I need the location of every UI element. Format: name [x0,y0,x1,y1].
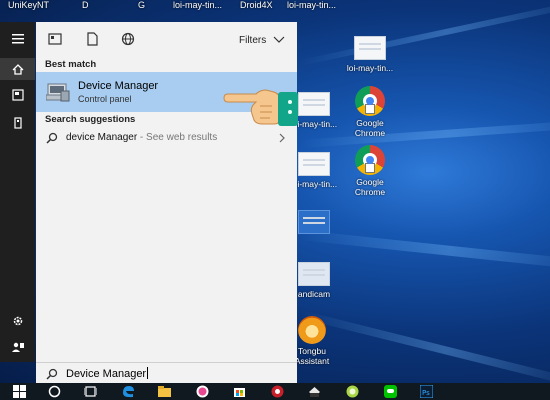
desktop-icon-label: Tongbu Assistant [294,346,330,366]
desktop-icon-label: Google Chrome [354,177,386,197]
chevron-down-icon [273,36,285,43]
desktop-label[interactable]: G [138,0,145,10]
document-thumbnail-icon [354,36,386,60]
search-suggestions-heading: Search suggestions [45,114,136,125]
bandicam-icon [298,262,330,286]
search-input-wrap[interactable]: Device Manager [66,367,149,380]
start-left-rail [0,22,35,362]
app-box-icon[interactable] [308,385,321,398]
screen-thumbnail-icon [298,210,330,234]
document-thumbnail-icon [298,92,330,116]
tongbu-icon [298,316,326,344]
desktop-icon-doc[interactable]: loi-may-tin... [344,36,396,73]
windows-icon[interactable] [13,385,26,398]
filters-label: Filters [238,35,267,46]
search-icon[interactable] [48,385,61,398]
tower-icon[interactable] [0,112,35,134]
desktop-label[interactable]: loi-may-tin... [173,0,222,10]
desktop-label[interactable]: Droid4X [240,0,273,10]
app-red-icon[interactable] [271,385,284,398]
svg-text:Ps: Ps [422,389,430,397]
edge-icon[interactable] [122,385,135,398]
search-box[interactable]: Device Manager [36,362,297,384]
start-search-panel: Filters Best match Device Manager Contro… [36,22,297,362]
home-icon[interactable] [0,58,35,80]
device-manager-icon [46,83,70,102]
chevron-right-icon[interactable] [279,133,285,143]
desktop-icon-chrome[interactable]: Google Chrome [344,86,396,138]
search-icon [46,132,58,144]
app-green-icon[interactable] [346,385,359,398]
store-icon[interactable] [233,385,246,398]
shortcut-arrow-icon [365,163,375,173]
suggestion-text: device Manager [66,132,138,143]
desktop-top-labels: UniKeyNT D G loi-may-tin... Droid4X loi-… [0,0,550,14]
text-caret [147,367,149,379]
explorer-icon[interactable] [158,385,171,398]
desktop-label[interactable]: D [82,0,89,10]
chrome-icon [355,145,385,175]
search-icon [46,368,58,380]
best-match-heading: Best match [45,59,97,70]
filters-dropdown[interactable]: Filters [239,35,285,46]
hamburger-icon[interactable] [0,28,35,50]
taskbar: Ps [0,383,550,400]
web-filter-icon[interactable] [121,32,135,46]
best-match-subtitle: Control panel [78,94,132,104]
gear-icon[interactable] [0,310,35,332]
shortcut-arrow-icon [365,104,375,114]
document-icon[interactable] [0,84,35,106]
desktop-icon-label: andicam [297,289,331,299]
desktop-icon-chrome[interactable]: Google Chrome [344,145,396,197]
desktop-icon-label: loi-may-tin... [290,179,338,189]
pointing-hand-icon [223,89,298,126]
suggestion-text-wrap: device Manager - See web results [66,132,217,143]
best-match-title: Device Manager [78,80,159,92]
line-icon[interactable] [384,385,397,398]
suggestion-hint: - See web results [137,132,218,143]
people-icon[interactable] [0,336,35,358]
search-input[interactable]: Device Manager [66,368,146,380]
documents-filter-icon[interactable] [85,32,99,46]
desktop-label[interactable]: loi-may-tin... [287,0,336,10]
desktop-label[interactable]: UniKeyNT [8,0,49,10]
task-view-icon[interactable] [84,385,97,398]
itunes-icon[interactable] [196,385,209,398]
photoshop-icon[interactable]: Ps [420,385,433,398]
chrome-icon [355,86,385,116]
desktop-icon-label: loi-may-tin... [346,63,394,73]
filter-bar: Filters [36,22,297,58]
document-thumbnail-icon [298,152,330,176]
desktop-icon-label: Google Chrome [354,118,386,138]
apps-filter-icon[interactable] [48,32,62,46]
